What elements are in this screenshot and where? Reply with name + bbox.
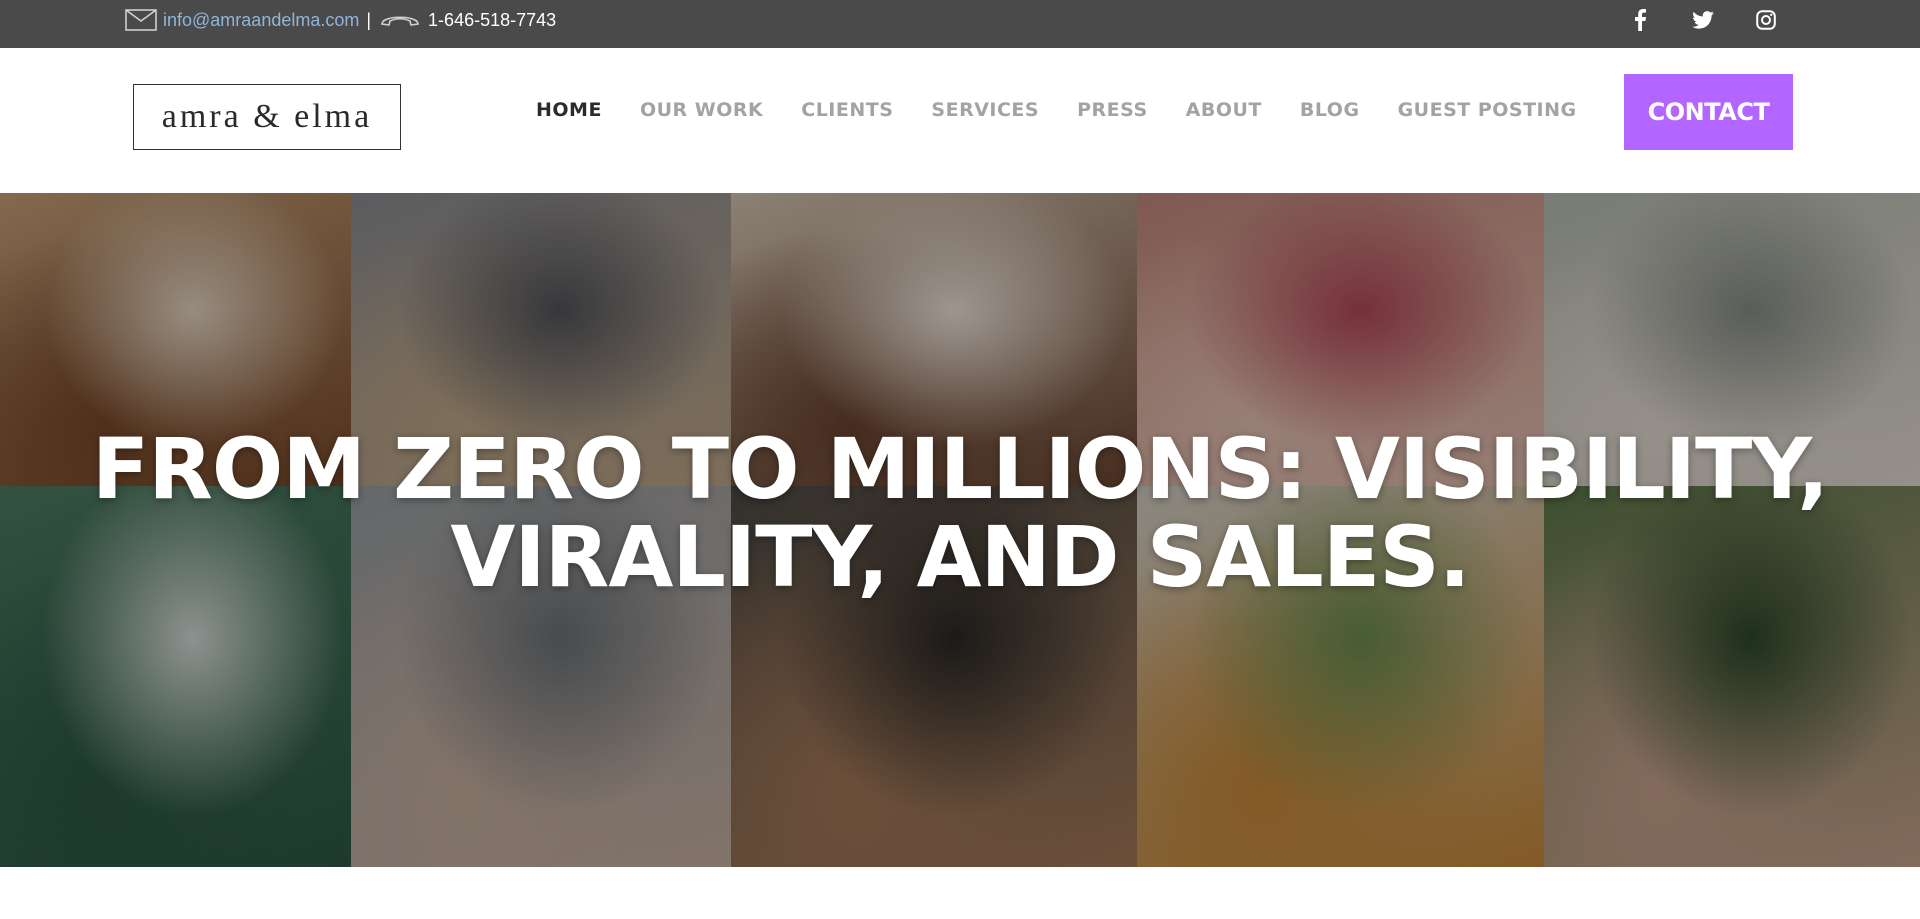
hero-headline-line-2: VIRALITY, AND SALES.: [450, 508, 1470, 606]
phone-number[interactable]: 1-646-518-7743: [428, 10, 556, 31]
site-logo[interactable]: amra & elma: [133, 84, 401, 150]
hero-banner: FROM ZERO TO MILLIONS: VISIBILITY, VIRAL…: [0, 193, 1920, 867]
contact-button[interactable]: CONTACT: [1624, 74, 1793, 150]
site-header: amra & elma HOME OUR WORK CLIENTS SERVIC…: [0, 48, 1920, 193]
nav-item-guest-posting[interactable]: GUEST POSTING: [1398, 99, 1577, 121]
hero-headline-line-1: FROM ZERO TO MILLIONS: VISIBILITY,: [91, 420, 1829, 518]
social-links: [1620, 8, 1809, 32]
below-hero-area: [0, 867, 1920, 919]
instagram-icon[interactable]: [1746, 8, 1786, 32]
top-bar: info@amraandelma.com | 1-646-518-7743: [0, 0, 1920, 48]
hero-headline: FROM ZERO TO MILLIONS: VISIBILITY, VIRAL…: [0, 425, 1920, 601]
nav-item-our-work[interactable]: OUR WORK: [640, 99, 763, 121]
envelope-icon: [125, 9, 157, 31]
separator: |: [366, 9, 372, 30]
twitter-icon[interactable]: [1683, 8, 1723, 32]
nav-item-press[interactable]: PRESS: [1077, 99, 1148, 121]
nav-item-home[interactable]: HOME: [536, 99, 602, 121]
telephone-icon: [378, 11, 422, 29]
nav-item-services[interactable]: SERVICES: [931, 99, 1039, 121]
nav-item-clients[interactable]: CLIENTS: [801, 99, 893, 121]
email-link[interactable]: info@amraandelma.com: [163, 10, 359, 31]
nav-item-blog[interactable]: BLOG: [1300, 99, 1360, 121]
main-nav: HOME OUR WORK CLIENTS SERVICES PRESS ABO…: [536, 98, 1615, 122]
nav-item-about[interactable]: ABOUT: [1186, 99, 1262, 121]
top-contact-info: info@amraandelma.com | 1-646-518-7743: [125, 0, 556, 40]
facebook-icon[interactable]: [1620, 8, 1660, 32]
